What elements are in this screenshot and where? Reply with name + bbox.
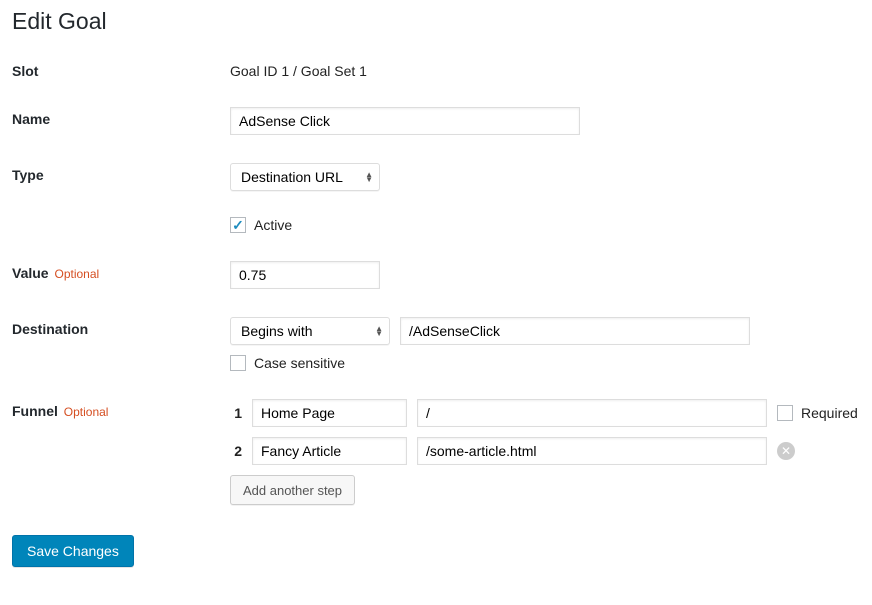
name-input[interactable] [230, 107, 580, 135]
type-select[interactable]: Destination URL [231, 164, 371, 190]
funnel-step-row: 1 Required [230, 399, 860, 427]
destination-url-input[interactable] [400, 317, 750, 345]
label-funnel: Funnel Optional [12, 399, 230, 419]
active-checkbox-label[interactable]: Active [230, 217, 860, 233]
type-select-wrap[interactable]: Destination URL ▲▼ [230, 163, 380, 191]
case-sensitive-label[interactable]: Case sensitive [230, 355, 345, 371]
label-slot: Slot [12, 59, 230, 79]
value-optional-badge: Optional [54, 267, 99, 281]
destination-match-select[interactable]: Begins with [231, 318, 341, 344]
step-url-input[interactable] [417, 437, 767, 465]
label-value: Value Optional [12, 261, 230, 281]
save-button[interactable]: Save Changes [12, 535, 134, 567]
active-label-text: Active [254, 217, 292, 233]
step-required-checkbox[interactable] [777, 405, 793, 421]
add-step-button[interactable]: Add another step [230, 475, 355, 505]
page-title: Edit Goal [12, 8, 860, 35]
case-sensitive-checkbox[interactable] [230, 355, 246, 371]
step-url-input[interactable] [417, 399, 767, 427]
active-checkbox[interactable] [230, 217, 246, 233]
label-destination: Destination [12, 317, 230, 337]
label-name: Name [12, 107, 230, 127]
destination-match-select-wrap[interactable]: Begins with ▲▼ [230, 317, 390, 345]
remove-step-icon[interactable]: ✕ [777, 442, 795, 460]
label-type: Type [12, 163, 230, 183]
step-name-input[interactable] [252, 437, 407, 465]
case-sensitive-text: Case sensitive [254, 355, 345, 371]
slot-value: Goal ID 1 / Goal Set 1 [230, 59, 860, 79]
funnel-optional-badge: Optional [64, 405, 109, 419]
select-arrows-icon: ▲▼ [375, 326, 383, 336]
step-number: 2 [230, 443, 242, 459]
value-input[interactable] [230, 261, 380, 289]
step-required-text: Required [801, 405, 858, 421]
step-name-input[interactable] [252, 399, 407, 427]
step-number: 1 [230, 405, 242, 421]
funnel-step-row: 2 ✕ [230, 437, 860, 465]
step-required-label[interactable]: Required [777, 405, 858, 421]
